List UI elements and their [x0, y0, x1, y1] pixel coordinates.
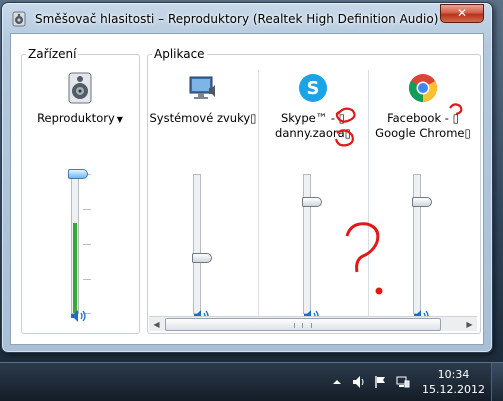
speaker-app-icon — [12, 11, 26, 27]
action-center-flag-icon[interactable] — [374, 375, 388, 389]
window-title: Směšovač hlasitosti – Reproduktory (Real… — [35, 12, 439, 26]
title-bar[interactable]: Směšovač hlasitosti – Reproduktory (Real… — [2, 3, 492, 33]
tray-up-arrow-icon[interactable] — [330, 375, 344, 389]
volume-mixer-window: Směšovač hlasitosti – Reproduktory (Real… — [1, 2, 493, 353]
show-desktop-button[interactable] — [491, 363, 503, 401]
hand-drawn-annotations — [334, 103, 463, 295]
close-button[interactable]: ✕ — [440, 4, 484, 23]
clock-time: 10:34 — [437, 368, 470, 381]
network-icon[interactable] — [396, 375, 410, 389]
taskbar: 10:34 15.12.2012 — [0, 362, 503, 401]
clock-date: 15.12.2012 — [422, 383, 485, 396]
mixer-content: Zařízení Aplikace Reproduktory ▼ Systémo… — [10, 33, 484, 345]
volume-tray-icon[interactable] — [352, 375, 366, 389]
system-clock[interactable]: 10:34 15.12.2012 — [422, 367, 485, 397]
